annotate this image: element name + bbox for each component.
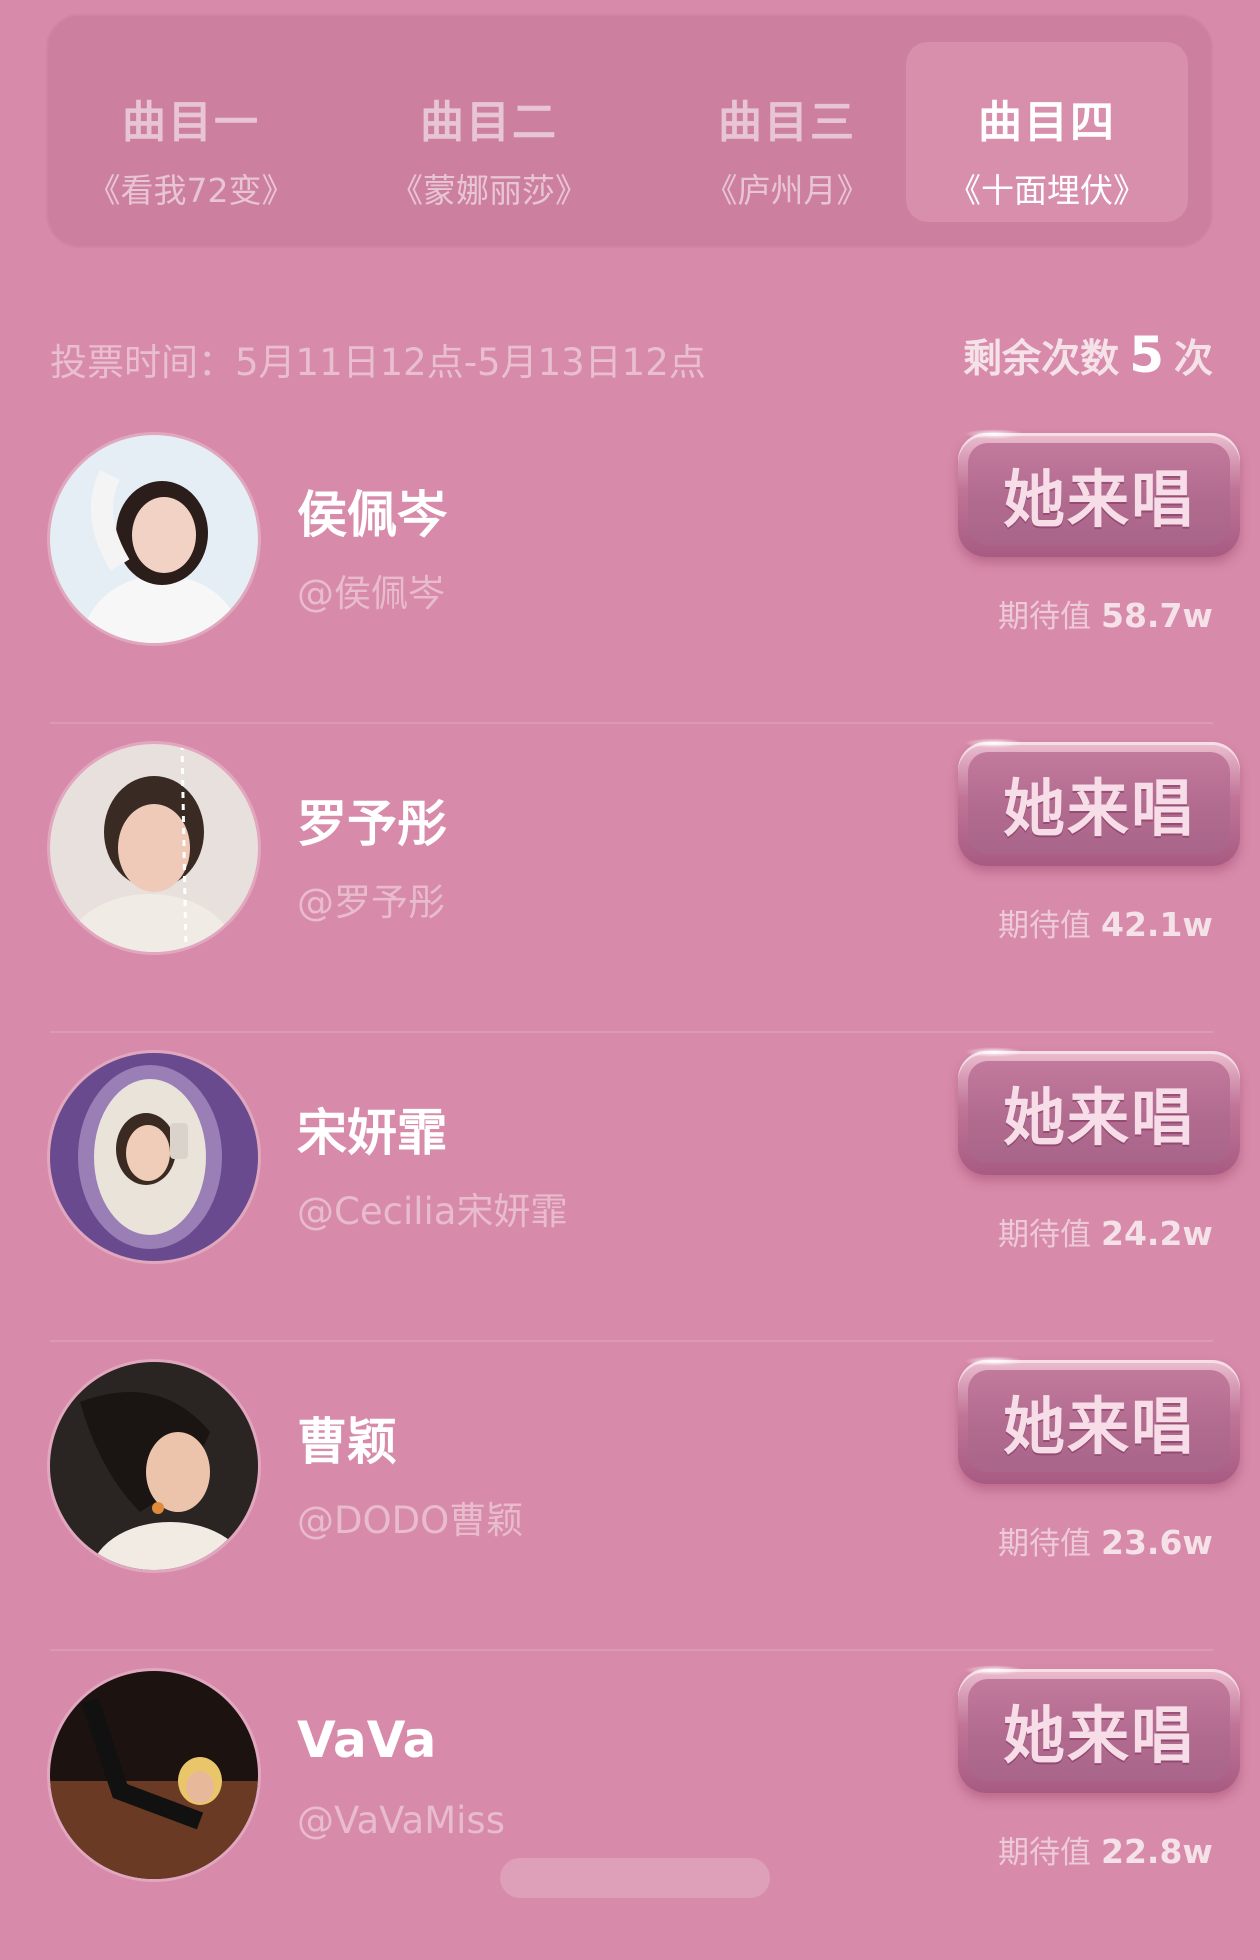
candidate-handle[interactable]: @罗予彤 (297, 872, 445, 926)
tab-song-title: 《十面埋伏》 (948, 171, 1146, 210)
candidate-handle[interactable]: @侯佩岑 (297, 563, 445, 617)
avatar (50, 1362, 258, 1570)
tab-song-2[interactable]: 曲目二 《蒙娜丽莎》 (348, 42, 630, 222)
button-label: 她来唱 (1002, 1081, 1195, 1154)
she-sings-button[interactable]: 她来唱 (958, 1356, 1240, 1484)
remaining-votes: 剩余次数 5 次 (963, 326, 1213, 384)
avatar (50, 1053, 258, 1261)
candidate-handle[interactable]: @VaVaMiss (297, 1799, 505, 1842)
candidate-row: 罗予彤 @罗予彤 她来唱 期待值 42.1w (50, 724, 1240, 1033)
expectation-label: 期待值 (998, 599, 1091, 635)
tab-number: 曲目四 (978, 97, 1116, 148)
tab-song-4[interactable]: 曲目四 《十面埋伏》 (906, 42, 1188, 222)
expectation-value: 期待值 23.6w (998, 1518, 1213, 1563)
candidate-name: VaVa (297, 1711, 437, 1769)
watermark (500, 1858, 770, 1898)
remaining-votes-unit: 次 (1173, 337, 1213, 382)
tab-number: 曲目三 (718, 97, 856, 148)
avatar (50, 435, 258, 643)
remaining-votes-count: 5 (1129, 326, 1164, 384)
tab-song-title: 《看我72变》 (87, 171, 295, 210)
she-sings-button[interactable]: 她来唱 (958, 1047, 1240, 1175)
expectation-label: 期待值 (998, 1526, 1091, 1562)
she-sings-button[interactable]: 她来唱 (958, 1665, 1240, 1793)
expectation-number: 24.2w (1101, 1214, 1213, 1253)
song-tabs: 曲目一 《看我72变》 曲目二 《蒙娜丽莎》 曲目三 《庐州月》 曲目四 《十面… (46, 14, 1213, 248)
expectation-number: 23.6w (1101, 1523, 1213, 1562)
candidate-row: 宋妍霏 @Cecilia宋妍霏 她来唱 期待值 24.2w (50, 1033, 1240, 1342)
expectation-label: 期待值 (998, 908, 1091, 944)
expectation-label: 期待值 (998, 1217, 1091, 1253)
vote-info-bar: 投票时间：5月11日12点-5月13日12点 剩余次数 5 次 (50, 326, 1213, 386)
button-label: 她来唱 (1002, 1390, 1195, 1463)
button-label: 她来唱 (1002, 463, 1195, 536)
expectation-number: 42.1w (1101, 905, 1213, 944)
candidate-row: 侯佩岑 @侯佩岑 她来唱 期待值 58.7w (50, 415, 1240, 724)
tab-song-1[interactable]: 曲目一 《看我72变》 (50, 42, 332, 222)
candidate-handle[interactable]: @DODO曹颖 (297, 1490, 523, 1544)
expectation-value: 期待值 22.8w (998, 1827, 1213, 1872)
expectation-label: 期待值 (998, 1835, 1091, 1871)
avatar (50, 1671, 258, 1879)
sparkle-icon (964, 1356, 1024, 1366)
she-sings-button[interactable]: 她来唱 (958, 429, 1240, 557)
expectation-value: 期待值 24.2w (998, 1209, 1213, 1254)
avatar (50, 744, 258, 952)
sparkle-icon (964, 738, 1024, 748)
button-label: 她来唱 (1002, 772, 1195, 845)
expectation-value: 期待值 58.7w (998, 591, 1213, 636)
candidate-row: 曹颖 @DODO曹颖 她来唱 期待值 23.6w (50, 1342, 1240, 1651)
sparkle-icon (964, 1665, 1024, 1675)
candidate-name: 宋妍霏 (297, 1104, 447, 1162)
tab-song-3[interactable]: 曲目三 《庐州月》 (646, 42, 928, 222)
she-sings-button[interactable]: 她来唱 (958, 738, 1240, 866)
button-label: 她来唱 (1002, 1699, 1195, 1772)
sparkle-icon (964, 1047, 1024, 1057)
candidate-name: 侯佩岑 (297, 486, 447, 544)
remaining-votes-label: 剩余次数 (963, 337, 1120, 382)
expectation-number: 22.8w (1101, 1832, 1213, 1871)
tab-number: 曲目一 (122, 97, 260, 148)
tab-song-title: 《庐州月》 (704, 171, 870, 210)
sparkle-icon (964, 429, 1024, 439)
candidate-name: 罗予彤 (297, 795, 447, 853)
vote-time-text: 投票时间：5月11日12点-5月13日12点 (50, 341, 706, 384)
tab-number: 曲目二 (420, 97, 558, 148)
expectation-value: 期待值 42.1w (998, 900, 1213, 945)
expectation-number: 58.7w (1101, 596, 1213, 635)
candidate-handle[interactable]: @Cecilia宋妍霏 (297, 1181, 567, 1235)
candidate-name: 曹颖 (297, 1413, 397, 1471)
tab-song-title: 《蒙娜丽莎》 (390, 171, 588, 210)
